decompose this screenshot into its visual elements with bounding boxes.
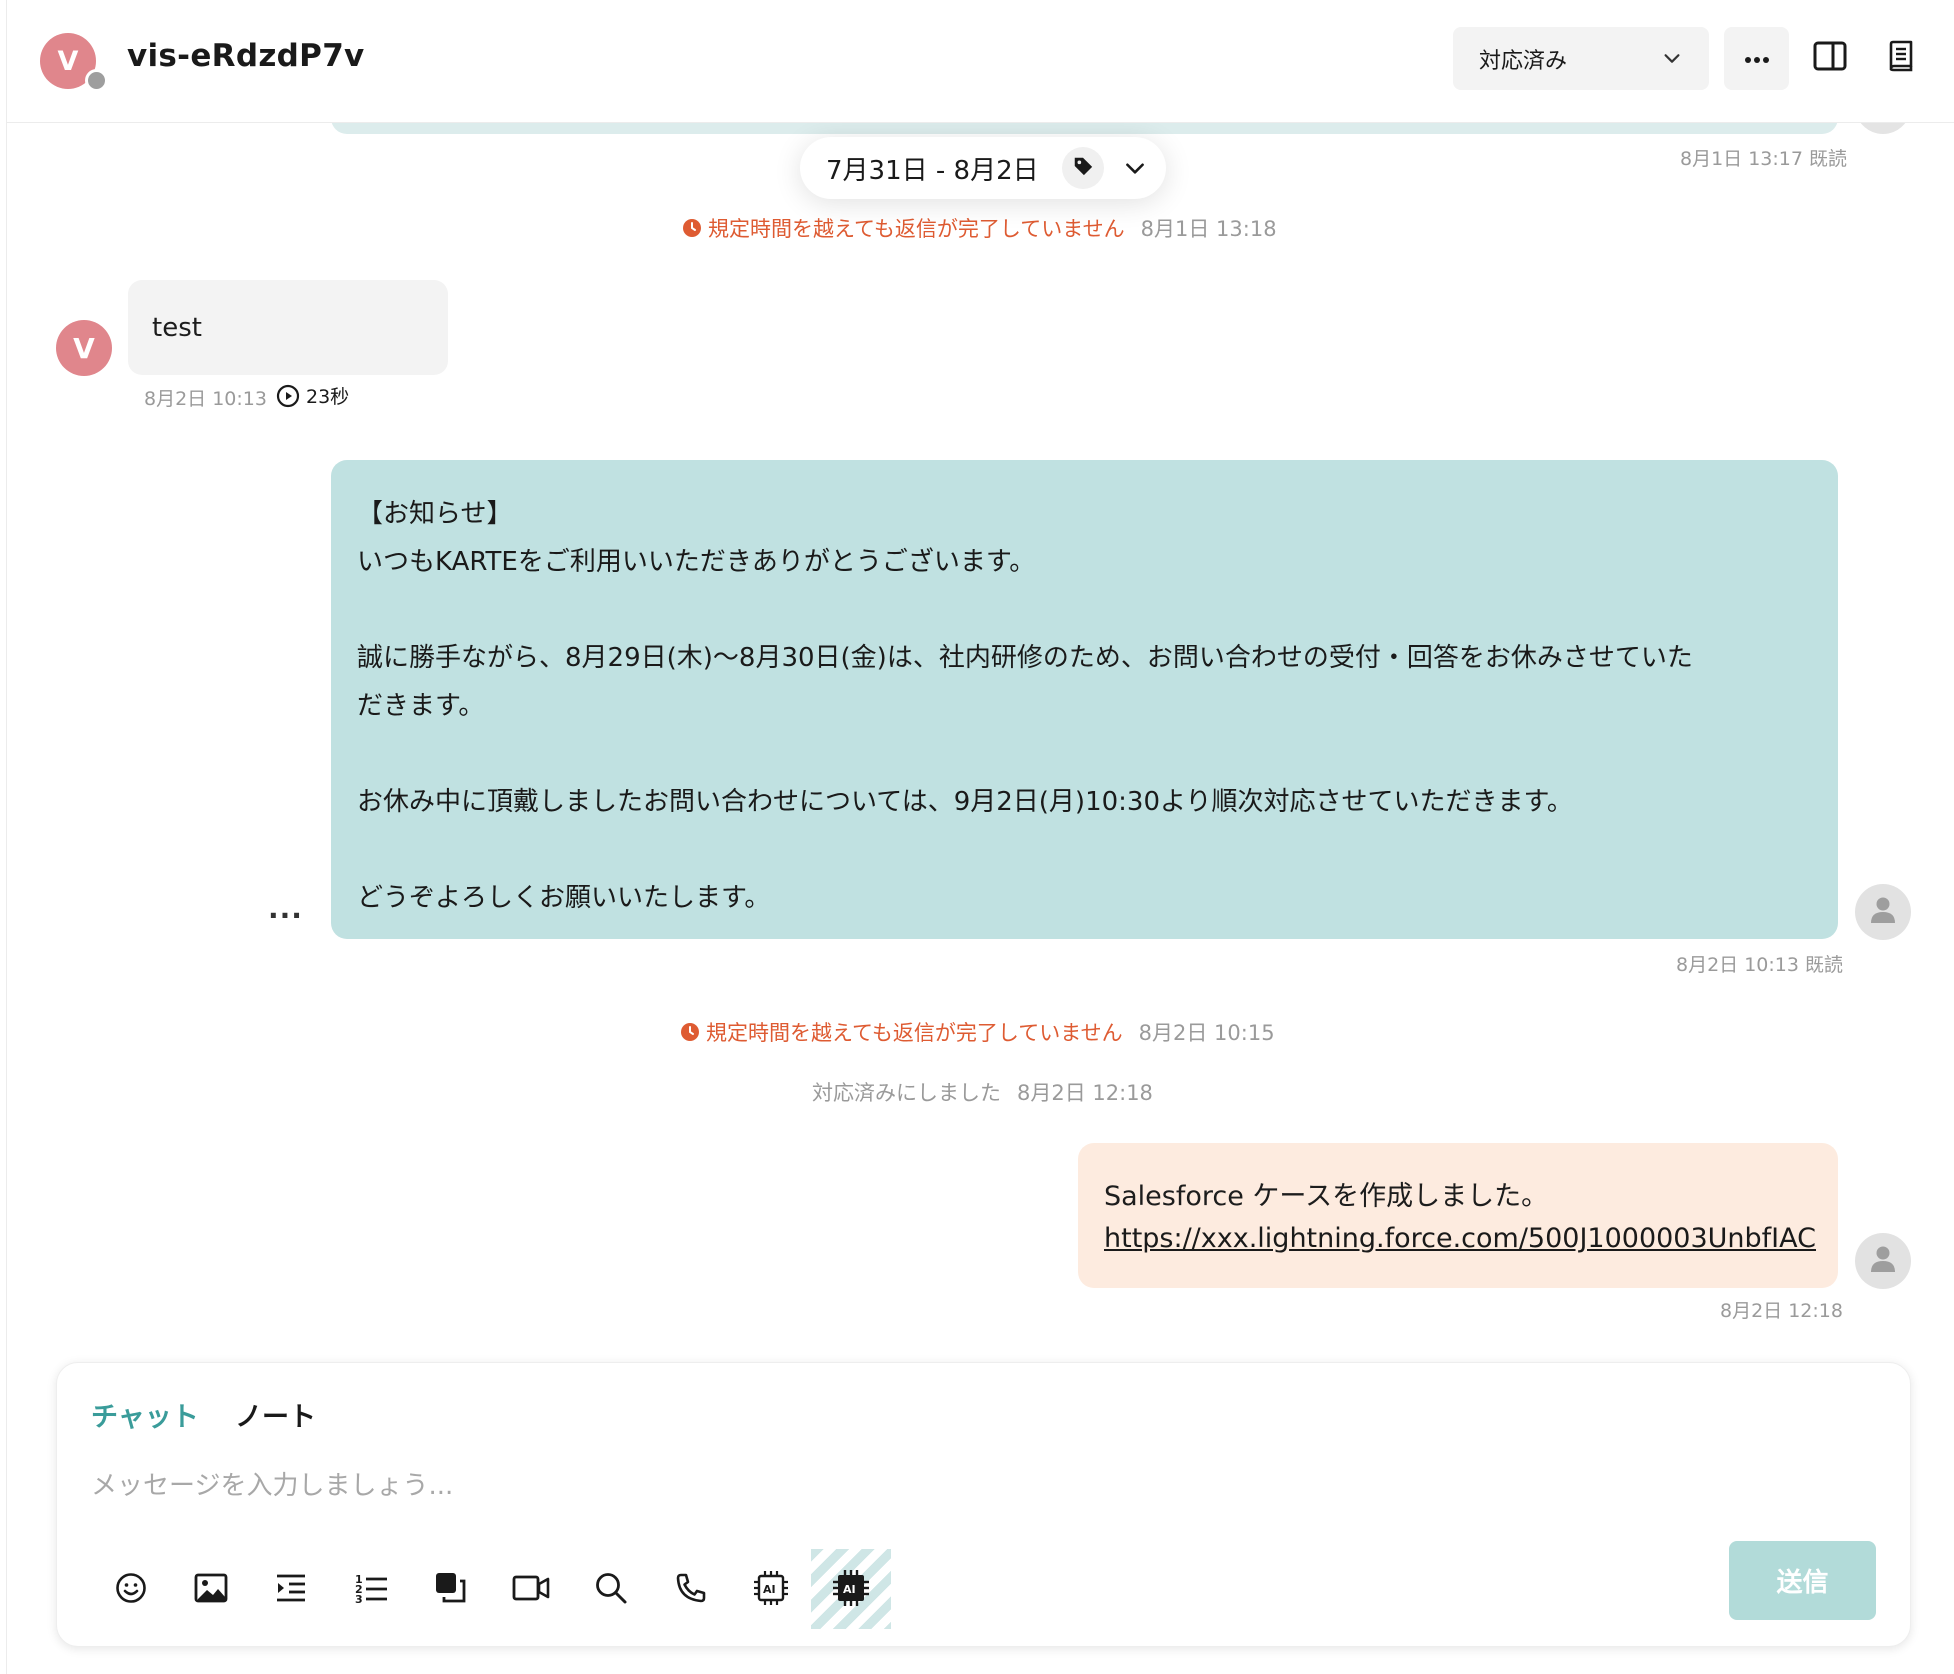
svg-text:AI: AI [843,1583,856,1596]
numbered-list-icon[interactable]: 123 [351,1568,391,1608]
agent-message-meta: 8月2日 10:13 既読 [1676,954,1844,976]
emoji-icon[interactable] [111,1568,151,1608]
message-input[interactable] [91,1461,1791,1511]
tab-chat[interactable]: チャット [91,1395,199,1434]
system-message-time: 8月2日 12:18 [1017,1081,1153,1105]
agent-avatar [1855,1233,1911,1289]
alert-time: 8月1日 13:18 [1140,217,1277,241]
visitor-message-avatar: V [56,320,112,376]
image-icon[interactable] [191,1568,231,1608]
message-more-button[interactable]: ... [268,892,303,925]
visitor-message-time: 8月2日 10:13 [144,388,267,410]
svg-text:AI: AI [763,1583,776,1596]
salesforce-case-bubble: Salesforce ケースを作成しました。 https://xxx.light… [1078,1143,1838,1288]
chevron-down-icon [1661,47,1683,73]
more-options-button[interactable] [1724,27,1789,90]
conversation-header: V vis-eRdzdP7v 対応済み [7,0,1954,123]
toggle-side-panel-button[interactable] [1810,38,1850,78]
presence-status-dot [85,69,108,92]
previous-message-meta: 8月1日 13:17 既読 [1680,148,1848,170]
ai-chip-filled-icon[interactable]: AI [831,1568,871,1608]
indent-icon[interactable] [271,1568,311,1608]
ai-chip-icon[interactable]: AI [751,1568,791,1608]
visitor-message-text: test [152,313,202,343]
session-duration[interactable]: 23秒 [276,382,349,409]
book-icon [1887,40,1915,76]
play-circle-icon [276,384,300,407]
system-message-text: 対応済みにしました [812,1081,1001,1105]
status-dropdown-value: 対応済み [1479,48,1568,74]
overdue-alert: 規定時間を越えても返信が完了していません 8月2日 10:15 [680,1017,1275,1047]
clock-icon [682,218,702,238]
alert-text: 規定時間を越えても返信が完了していません [706,1021,1123,1045]
tag-icon [1072,155,1094,181]
phone-icon[interactable] [671,1568,711,1608]
date-range-filter[interactable]: 7月31日 - 8月2日 [800,137,1166,199]
search-icon[interactable] [591,1568,631,1608]
left-border [6,0,7,1674]
alert-text: 規定時間を越えても返信が完了していません [708,217,1125,241]
notes-book-button[interactable] [1881,38,1921,78]
agent-message-bubble: 【お知らせ】 いつもKARTEをご利用いいただきありがとうございます。 誠に勝手… [331,460,1838,939]
more-horizontal-icon [1744,49,1770,68]
sidebar-layout-icon [1813,41,1847,75]
date-range-label: 7月31日 - 8月2日 [826,155,1039,186]
copy-icon[interactable] [431,1568,471,1608]
clock-icon [680,1022,700,1042]
video-icon[interactable] [511,1568,551,1608]
system-status-message: 対応済みにしました 8月2日 12:18 [812,1077,1153,1107]
tag-filter-button[interactable] [1062,147,1104,189]
chevron-down-icon [1122,155,1148,185]
alert-time: 8月2日 10:15 [1138,1021,1275,1045]
salesforce-message-meta: 8月2日 12:18 [1720,1300,1843,1322]
visitor-message-bubble: test [128,280,448,375]
duration-text: 23秒 [306,386,350,408]
user-icon [1870,1245,1896,1277]
svg-text:3: 3 [355,1593,363,1604]
send-button[interactable]: 送信 [1729,1541,1876,1620]
agent-avatar [1855,884,1911,940]
overdue-alert: 規定時間を越えても返信が完了していません 8月1日 13:18 [682,213,1277,243]
user-icon [1870,896,1896,928]
tab-note[interactable]: ノート [235,1395,316,1434]
visitor-title: vis-eRdzdP7v [127,38,365,74]
status-dropdown[interactable]: 対応済み [1453,27,1709,90]
message-composer: チャット ノート 123 AI AI 送信 [56,1362,1911,1647]
agent-message-text: 【お知らせ】 いつもKARTEをご利用いいただきありがとうございます。 誠に勝手… [357,499,1693,913]
salesforce-case-link[interactable]: https://xxx.lightning.force.com/500J1000… [1104,1223,1816,1254]
salesforce-case-text: Salesforce ケースを作成しました。 [1104,1181,1549,1212]
